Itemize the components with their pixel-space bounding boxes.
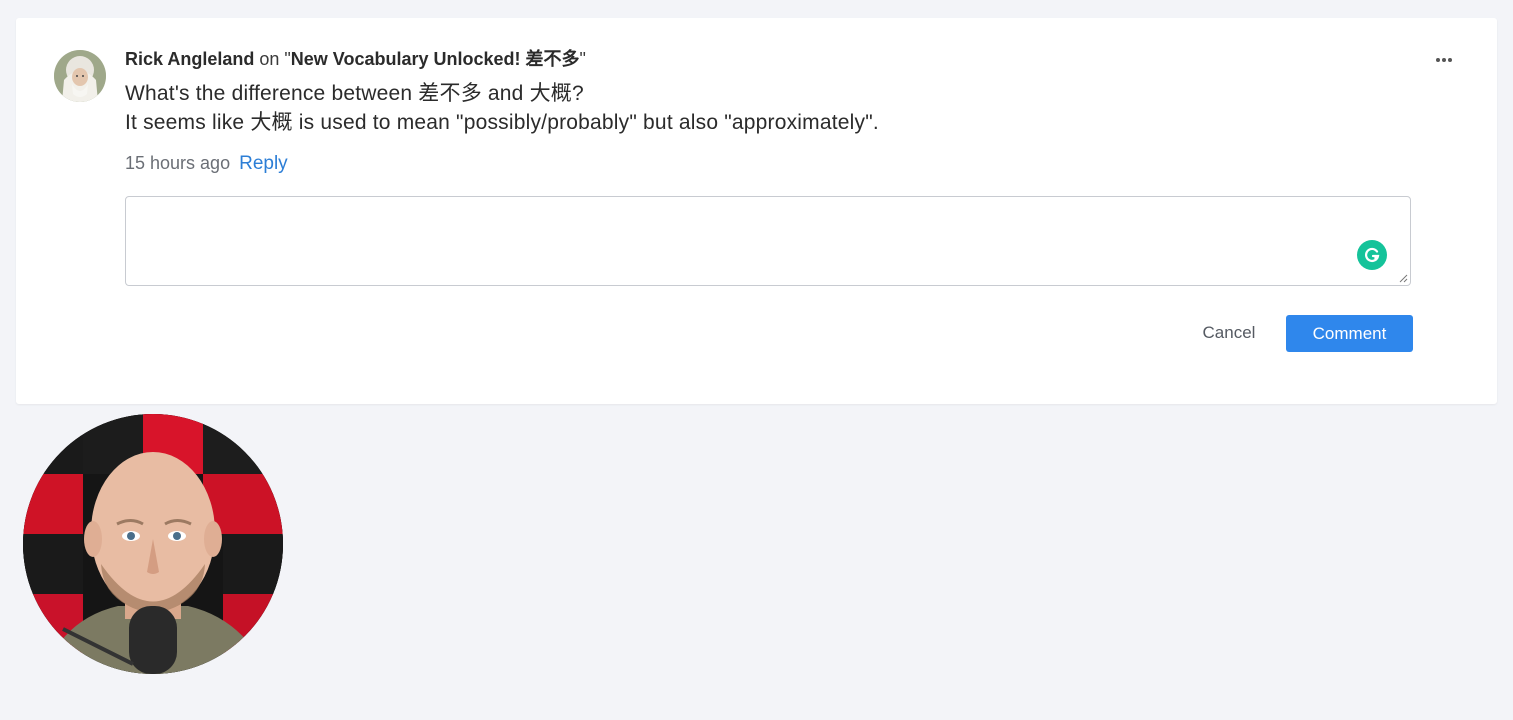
webcam-overlay xyxy=(23,414,283,674)
reply-box xyxy=(125,196,1411,286)
author-name[interactable]: Rick Angleland xyxy=(125,49,254,69)
author-avatar[interactable] xyxy=(54,50,106,102)
comment-header: Rick Angleland on "New Vocabulary Unlock… xyxy=(125,48,586,70)
timestamp: 15 hours ago xyxy=(125,153,231,173)
resize-handle-icon[interactable] xyxy=(1398,273,1408,283)
more-options-button[interactable] xyxy=(1432,48,1456,72)
cancel-button[interactable]: Cancel xyxy=(1190,315,1268,351)
comment-line: It seems like 大概 is used to mean "possib… xyxy=(125,111,879,134)
close-quote: " xyxy=(579,49,586,69)
comment-card: Rick Angleland on "New Vocabulary Unlock… xyxy=(16,18,1497,404)
avatar-image xyxy=(54,50,106,102)
comment-submit-button[interactable]: Comment xyxy=(1286,315,1413,352)
on-text: on " xyxy=(254,49,291,69)
comment-meta: 15 hours ago Reply xyxy=(125,151,288,176)
post-title[interactable]: New Vocabulary Unlocked! 差不多 xyxy=(291,49,580,69)
grammarly-g-glyph xyxy=(1365,247,1380,263)
comment-line: What's the difference between 差不多 and 大概… xyxy=(125,82,584,105)
reply-link[interactable]: Reply xyxy=(239,153,288,174)
grammarly-icon[interactable] xyxy=(1357,240,1387,270)
reply-input[interactable] xyxy=(126,197,1410,285)
ellipsis-horizontal-icon xyxy=(1436,58,1452,62)
webcam-video-image xyxy=(23,414,283,674)
comment-body: What's the difference between 差不多 and 大概… xyxy=(125,79,879,137)
